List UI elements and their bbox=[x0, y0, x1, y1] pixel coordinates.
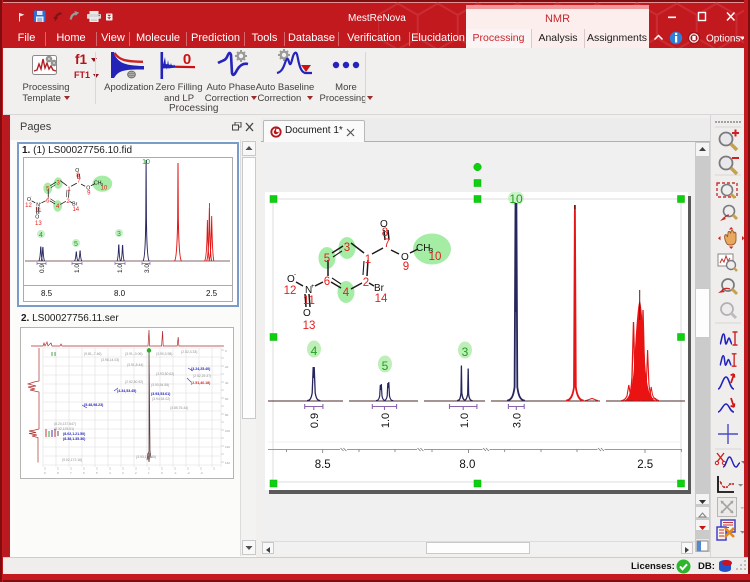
svg-text:3.0: 3.0 bbox=[144, 264, 151, 273]
svg-text:0.9: 0.9 bbox=[39, 264, 46, 273]
svg-text:5: 5 bbox=[96, 471, 98, 475]
svg-text:(3.85,76.44): (3.85,76.44) bbox=[170, 406, 188, 410]
svg-text:Options: Options bbox=[706, 34, 740, 45]
svg-text:0: 0 bbox=[161, 471, 163, 475]
svg-text:(2.52,3.33): (2.52,3.33) bbox=[181, 350, 197, 354]
svg-text:1.0: 1.0 bbox=[117, 264, 124, 273]
svg-text:(3.93,171.45): (3.93,171.45) bbox=[136, 455, 156, 459]
svg-text:120: 120 bbox=[225, 445, 230, 449]
svg-text:(3.93,53.61): (3.93,53.61) bbox=[151, 392, 171, 396]
svg-text:(8.32,125.01): (8.32,125.01) bbox=[54, 427, 74, 431]
svg-text:1.0: 1.0 bbox=[74, 264, 81, 273]
svg-text:4: 4 bbox=[39, 232, 43, 239]
svg-text:(3.94,54.02): (3.94,54.02) bbox=[152, 397, 170, 401]
svg-text:(3.98,14.03): (3.98,14.03) bbox=[101, 358, 119, 362]
svg-text:(4.34,53.45): (4.34,53.45) bbox=[117, 389, 137, 393]
svg-text:40: 40 bbox=[225, 381, 229, 385]
svg-text:0: 0 bbox=[183, 51, 191, 68]
svg-text:(2.51,40.18): (2.51,40.18) bbox=[191, 381, 211, 385]
svg-text:6: 6 bbox=[83, 471, 85, 475]
svg-text:(8.38,1.35.36): (8.38,1.35.36) bbox=[63, 437, 86, 441]
svg-text:-3: -3 bbox=[200, 471, 203, 475]
svg-text:(3.93,54.55): (3.93,54.55) bbox=[151, 383, 169, 387]
svg-text:(2.52,25.37): (2.52,25.37) bbox=[193, 374, 211, 378]
svg-text:(2.52,50.92): (2.52,50.92) bbox=[125, 380, 143, 384]
svg-text:(3.90,3.98): (3.90,3.98) bbox=[156, 352, 172, 356]
svg-text:7: 7 bbox=[70, 471, 72, 475]
svg-text:(9.02,172.16): (9.02,172.16) bbox=[62, 458, 82, 462]
svg-text:(3.24,25.40): (3.24,25.40) bbox=[191, 367, 211, 371]
svg-text:(3.91,8.44): (3.91,8.44) bbox=[127, 363, 143, 367]
svg-text:0: 0 bbox=[225, 349, 227, 353]
svg-text:(8.02,1.21.50): (8.02,1.21.50) bbox=[63, 432, 86, 436]
svg-text:3: 3 bbox=[117, 231, 121, 238]
svg-text:140: 140 bbox=[225, 461, 230, 465]
svg-text:5: 5 bbox=[74, 241, 78, 248]
svg-text:100: 100 bbox=[225, 429, 230, 433]
svg-text:1: 1 bbox=[148, 471, 150, 475]
svg-text:(3.93,50.62): (3.93,50.62) bbox=[156, 372, 174, 376]
svg-text:3: 3 bbox=[122, 471, 124, 475]
svg-text:8: 8 bbox=[57, 471, 59, 475]
svg-text:20: 20 bbox=[225, 365, 229, 369]
svg-text:(8.20,137.647): (8.20,137.647) bbox=[54, 422, 76, 426]
svg-text:2: 2 bbox=[135, 471, 137, 475]
svg-text:-2: -2 bbox=[187, 471, 190, 475]
svg-text:80: 80 bbox=[225, 413, 229, 417]
svg-text:9: 9 bbox=[44, 471, 46, 475]
svg-text:(3.91,-0.06): (3.91,-0.06) bbox=[125, 352, 143, 356]
svg-text:4: 4 bbox=[109, 471, 111, 475]
svg-text:(9.81,-7.46): (9.81,-7.46) bbox=[84, 352, 102, 356]
svg-text:-1: -1 bbox=[174, 471, 177, 475]
svg-text:(5.48,98.23): (5.48,98.23) bbox=[84, 403, 104, 407]
svg-text:60: 60 bbox=[225, 397, 229, 401]
